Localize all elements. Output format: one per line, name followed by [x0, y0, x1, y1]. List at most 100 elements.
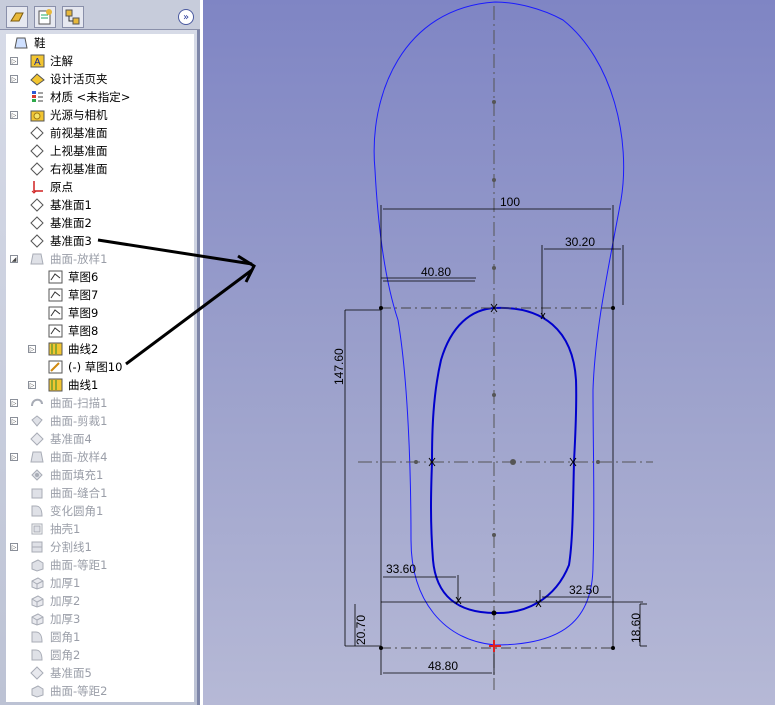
- plane-icon: [30, 162, 45, 176]
- tree-item-label: 基准面5: [50, 666, 92, 680]
- sketch-icon: [48, 306, 63, 320]
- tree-item-label: 前视基准面: [50, 126, 108, 140]
- split-line-icon: [30, 540, 45, 554]
- tree-item-label: 基准面1: [50, 198, 92, 212]
- collapse-toggle-icon[interactable]: ◢: [10, 255, 18, 263]
- sketch-icon: [48, 324, 63, 338]
- expand-toggle-icon[interactable]: ▷: [10, 417, 18, 425]
- expand-toggle-icon[interactable]: ▷: [28, 381, 36, 389]
- sweep-surface-icon: [30, 396, 45, 410]
- part-icon: [14, 36, 29, 50]
- shoe-outline-curve[interactable]: [373, 1, 625, 646]
- origin-icon: [30, 180, 45, 194]
- plane-icon: [30, 234, 45, 248]
- origin-marker: [489, 640, 501, 652]
- dimension-40-80[interactable]: 40.80: [421, 265, 451, 279]
- dimension-33-60[interactable]: 33.60: [386, 562, 416, 576]
- sketch-edit-icon: [48, 360, 63, 374]
- material-icon: [30, 90, 45, 104]
- plane-icon: [30, 126, 45, 140]
- svg-text:A: A: [34, 57, 41, 68]
- feature-manager-panel: » 鞋 ▷ A 注解 ▷ 设计活页夹 材质 <未指定> ▷ 光源与相机 前视基准面 上视基准面 右视基…: [0, 0, 200, 705]
- manager-toolbar: »: [0, 0, 200, 30]
- plane-icon: [30, 216, 45, 230]
- feature-tree: 鞋 ▷ A 注解 ▷ 设计活页夹 材质 <未指定> ▷ 光源与相机 前视基准面 上视基准面 右视基准面…: [6, 34, 194, 702]
- tree-item-label: 曲线1: [68, 378, 99, 392]
- loft-surface-icon: [30, 252, 45, 266]
- dimension-width-100[interactable]: 100: [500, 195, 520, 209]
- curve-icon: [48, 342, 63, 356]
- plane-icon: [30, 432, 45, 446]
- tree-item-label: 基准面2: [50, 216, 92, 230]
- tree-item-label: 基准面3: [50, 234, 92, 248]
- curve-icon: [48, 378, 63, 392]
- tree-item-label: 圆角1: [50, 630, 81, 644]
- dimension-height-147-60[interactable]: 147.60: [332, 348, 346, 385]
- fillet-icon: [30, 648, 45, 662]
- tree-item-label: 基准面4: [50, 432, 92, 446]
- tree-item-label: 曲面-放样4: [50, 450, 108, 464]
- shell-icon: [30, 522, 45, 536]
- dimension-18-60[interactable]: 18.60: [629, 613, 643, 643]
- tree-item-label: 抽壳1: [50, 522, 81, 536]
- offset-surface-icon: [30, 558, 45, 572]
- sketch-canvas[interactable]: 100 30.20 40.80 147.60 33.60 32.50 20.70…: [203, 0, 775, 705]
- double-chevron-right-icon[interactable]: »: [178, 9, 194, 25]
- tree-item-label: 草图8: [68, 324, 99, 338]
- sketch-icon: [48, 270, 63, 284]
- tree-item-label: 圆角2: [50, 648, 81, 662]
- configuration-manager-tab-icon[interactable]: [62, 6, 84, 28]
- plane-icon: [30, 198, 45, 212]
- graphics-viewport[interactable]: 100 30.20 40.80 147.60 33.60 32.50 20.70…: [203, 0, 775, 705]
- sole-sketch-curve[interactable]: [430, 306, 578, 615]
- property-manager-tab-icon[interactable]: [34, 6, 56, 28]
- dimension-30-20[interactable]: 30.20: [565, 235, 595, 249]
- tree-item-label: 注解: [50, 54, 73, 68]
- plane-icon: [30, 666, 45, 680]
- tree-item-label: 加厚1: [50, 576, 81, 590]
- tree-item-label: 草图9: [68, 306, 99, 320]
- sketch-icon: [48, 288, 63, 302]
- loft-surface-icon: [30, 450, 45, 464]
- tree-item-label: 曲面-缝合1: [50, 486, 108, 500]
- trim-surface-icon: [30, 414, 45, 428]
- tree-item-label: 曲面-等距2: [50, 684, 108, 698]
- expand-toggle-icon[interactable]: ▷: [10, 75, 18, 83]
- knit-surface-icon: [30, 486, 45, 500]
- lights-cameras-icon: [30, 108, 45, 122]
- expand-toggle-icon[interactable]: ▷: [10, 57, 18, 65]
- tree-item-label: 曲线2: [68, 342, 99, 356]
- dimension-20-70[interactable]: 20.70: [354, 615, 368, 645]
- tree-item-label: 原点: [50, 180, 73, 194]
- expand-toggle-icon[interactable]: ▷: [28, 345, 36, 353]
- tree-item-label: 草图6: [68, 270, 99, 284]
- tree-item-label: 加厚3: [50, 612, 81, 626]
- tree-item-label: 右视基准面: [50, 162, 108, 176]
- expand-toggle-icon[interactable]: ▷: [10, 453, 18, 461]
- offset-surface-icon: [30, 684, 45, 698]
- fillet-icon: [30, 504, 45, 518]
- thicken-icon: [30, 594, 45, 608]
- expand-toggle-icon[interactable]: ▷: [10, 399, 18, 407]
- tree-item-label: 曲面填充1: [50, 468, 104, 482]
- tree-item-label: 上视基准面: [50, 144, 108, 158]
- expand-toggle-icon[interactable]: ▷: [10, 111, 18, 119]
- plane-icon: [30, 144, 45, 158]
- thicken-icon: [30, 612, 45, 626]
- tree-item-label: 曲面-剪裁1: [50, 414, 108, 428]
- tree-item-label: (-) 草图10: [68, 360, 123, 374]
- dimension-32-50[interactable]: 32.50: [569, 583, 599, 597]
- design-binder-icon: [30, 72, 45, 86]
- tree-item-label: 光源与相机: [50, 108, 108, 122]
- feature-manager-tab-icon[interactable]: [6, 6, 28, 28]
- fill-surface-icon: [30, 468, 45, 482]
- tree-item-label: 材质 <未指定>: [50, 90, 131, 104]
- expand-toggle-icon[interactable]: ▷: [10, 543, 18, 551]
- annotation-icon: A: [30, 54, 45, 68]
- tree-item-label: 曲面-扫描1: [50, 396, 108, 410]
- tree-item-label: 曲面-等距1: [50, 558, 108, 572]
- constraint-markers: [428, 303, 577, 616]
- tree-item-label: 曲面-放样1: [50, 252, 108, 266]
- fillet-icon: [30, 630, 45, 644]
- dimension-48-80[interactable]: 48.80: [428, 659, 458, 673]
